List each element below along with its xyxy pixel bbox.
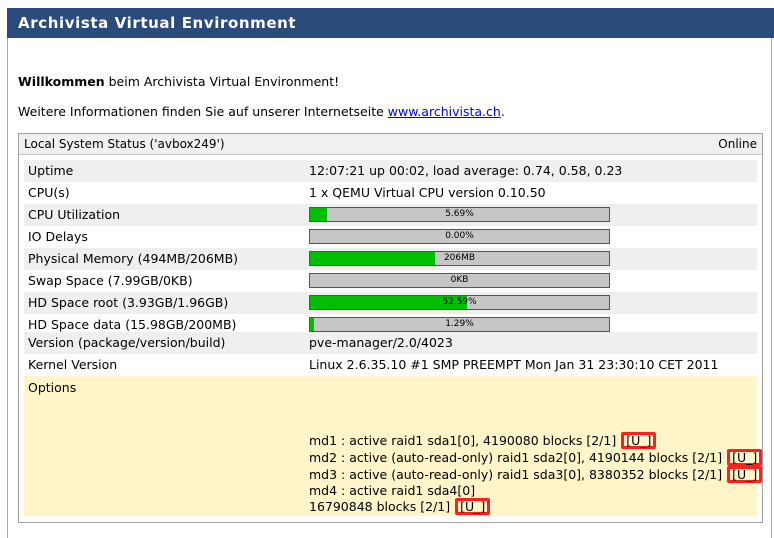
raid-line-md3: md3 : active (auto-read-only) raid1 sda3… bbox=[309, 466, 763, 483]
uptime-value: 12:07:21 up 00:02, load average: 0.74, 0… bbox=[309, 163, 623, 178]
io-delays-label: IO Delays bbox=[28, 229, 88, 244]
panel-header: Local System Status ('avbox249') Online bbox=[19, 134, 762, 155]
row-version: Version (package/version/build) pve-mana… bbox=[24, 332, 757, 354]
row-cpus: CPU(s) 1 x QEMU Virtual CPU version 0.10… bbox=[24, 182, 757, 204]
cpu-util-bar: 5.69% bbox=[309, 207, 610, 222]
phys-mem-bar-text: 206MB bbox=[443, 253, 476, 263]
row-uptime: Uptime 12:07:21 up 00:02, load average: … bbox=[24, 160, 757, 182]
raid-line-text: md1 : active raid1 sda1[0], 4190080 bloc… bbox=[309, 433, 621, 448]
raid-status-highlight: [U_] bbox=[727, 449, 763, 466]
welcome-text: Willkommen beim Archivista Virtual Envir… bbox=[18, 74, 339, 89]
raid-status-highlight: [U_] bbox=[621, 432, 657, 449]
info-suffix: . bbox=[500, 104, 505, 119]
swap-label: Swap Space (7.99GB/0KB) bbox=[28, 273, 193, 288]
cpus-value: 1 x QEMU Virtual CPU version 0.10.50 bbox=[309, 185, 546, 200]
raid-status-highlight: [U_] bbox=[727, 466, 763, 483]
welcome-rest: beim Archivista Virtual Environment! bbox=[104, 74, 340, 89]
options-section: Options md1 : active raid1 sda1[0], 4190… bbox=[24, 376, 763, 516]
system-status-panel: Local System Status ('avbox249') Online … bbox=[18, 133, 763, 523]
hd-root-label: HD Space root (3.93GB/1.96GB) bbox=[28, 295, 229, 310]
raid-line-md4: md4 : active raid1 sda4[0] bbox=[309, 483, 762, 498]
raid-line-md1: md1 : active raid1 sda1[0], 4190080 bloc… bbox=[309, 432, 762, 449]
io-delays-bar-text: 0.00% bbox=[445, 231, 474, 241]
info-text: Weitere Informationen finden Sie auf uns… bbox=[18, 104, 505, 119]
options-label: Options bbox=[28, 380, 77, 395]
raid-line-text: md3 : active (auto-read-only) raid1 sda3… bbox=[309, 467, 727, 482]
raid-line-text: 16790848 blocks [2/1] bbox=[309, 499, 455, 514]
io-delays-bar: 0.00% bbox=[309, 229, 610, 244]
raid-line-text: md2 : active (auto-read-only) raid1 sda2… bbox=[309, 450, 727, 465]
row-io-delays: IO Delays 0.00% bbox=[24, 226, 757, 248]
row-kernel-version: Kernel Version Linux 2.6.35.10 #1 SMP PR… bbox=[24, 354, 757, 376]
row-cpu-utilization: CPU Utilization 5.69% bbox=[24, 204, 757, 226]
uptime-label: Uptime bbox=[28, 163, 74, 178]
cpu-util-label: CPU Utilization bbox=[28, 207, 121, 222]
kernel-label: Kernel Version bbox=[28, 357, 118, 372]
raid-line-text: md4 : active raid1 sda4[0] bbox=[309, 483, 476, 498]
cpus-label: CPU(s) bbox=[28, 185, 70, 200]
phys-mem-label: Physical Memory (494MB/206MB) bbox=[28, 251, 239, 266]
kernel-value: Linux 2.6.35.10 #1 SMP PREEMPT Mon Jan 3… bbox=[309, 357, 719, 372]
welcome-bold: Willkommen bbox=[18, 74, 105, 89]
swap-bar-text: 0KB bbox=[450, 275, 469, 285]
info-prefix: Weitere Informationen finden Sie auf uns… bbox=[18, 104, 388, 119]
phys-mem-bar: 206MB bbox=[309, 251, 610, 266]
raid-status-highlight: [U_] bbox=[455, 498, 491, 515]
row-hd-space-root: HD Space root (3.93GB/1.96GB) 52.59% bbox=[24, 292, 757, 314]
cpu-util-bar-text: 5.69% bbox=[445, 209, 474, 219]
raid-line-md4-blocks: 16790848 blocks [2/1] [U_] bbox=[309, 498, 762, 515]
hd-root-bar-text: 52.59% bbox=[442, 297, 477, 307]
hd-root-bar: 52.59% bbox=[309, 295, 610, 310]
website-link[interactable]: www.archivista.ch bbox=[388, 104, 501, 119]
app-title: Archivista Virtual Environment bbox=[18, 14, 297, 32]
status-badge: Online bbox=[718, 137, 757, 151]
hd-data-bar: 1.29% bbox=[309, 317, 610, 332]
raid-line-md2: md2 : active (auto-read-only) raid1 sda2… bbox=[309, 449, 763, 466]
row-swap-space: Swap Space (7.99GB/0KB) 0KB bbox=[24, 270, 757, 292]
row-physical-memory: Physical Memory (494MB/206MB) 206MB bbox=[24, 248, 757, 270]
version-value: pve-manager/2.0/4023 bbox=[309, 335, 453, 350]
panel-title: Local System Status ('avbox249') bbox=[24, 137, 225, 151]
raid-status-lines: md1 : active raid1 sda1[0], 4190080 bloc… bbox=[309, 432, 763, 515]
app-header: Archivista Virtual Environment bbox=[7, 8, 774, 38]
swap-bar: 0KB bbox=[309, 273, 610, 288]
hd-data-bar-text: 1.29% bbox=[445, 319, 474, 329]
version-label: Version (package/version/build) bbox=[28, 335, 226, 350]
